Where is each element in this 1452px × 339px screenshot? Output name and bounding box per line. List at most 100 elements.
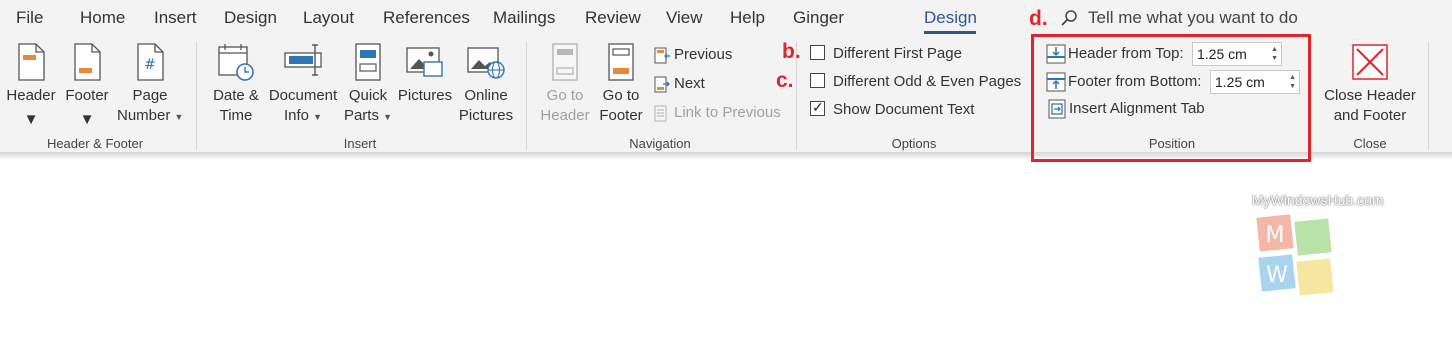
document-info-button[interactable]: Document Info ▼ [266, 42, 340, 127]
pictures-button[interactable]: Pictures [396, 42, 454, 106]
pictures-icon [406, 47, 443, 77]
different-first-page-label: Different First Page [833, 45, 962, 62]
go-to-footer-icon [608, 43, 634, 81]
group-separator [1428, 42, 1429, 150]
different-first-page-checkbox[interactable]: Different First Page [810, 45, 962, 62]
link-icon [654, 105, 667, 122]
checkbox-unchecked [810, 73, 825, 88]
checkbox-checked [810, 99, 825, 116]
group-label-close: Close [1353, 136, 1387, 151]
tab-header-footer-design[interactable]: Design [924, 8, 977, 28]
watermark-letter-m: M [1266, 223, 1285, 248]
pictures-label: Pictures [397, 87, 453, 104]
header-from-top-value: 1.25 cm [1197, 46, 1247, 62]
tab-insert[interactable]: Insert [154, 8, 197, 28]
link-to-previous-label: Link to Previous [674, 104, 781, 121]
previous-label: Previous [674, 46, 733, 63]
header-label: Header [6, 87, 56, 104]
tell-me-search-box[interactable]: Tell me what you want to do [1088, 8, 1298, 28]
go-to-header-button[interactable]: Go to Header [538, 42, 592, 126]
alignment-tab-icon [1048, 99, 1066, 119]
footer-from-bottom-value: 1.25 cm [1215, 74, 1265, 90]
previous-button[interactable]: Previous [654, 46, 732, 64]
tab-references[interactable]: References [383, 8, 470, 28]
show-document-text-label: Show Document Text [833, 101, 975, 118]
go-to-footer-label: Go to Footer [599, 87, 643, 124]
annotation-c: c. [776, 69, 794, 92]
online-pictures-button[interactable]: Online Pictures [456, 42, 516, 126]
group-label-position: Position [1148, 136, 1196, 151]
next-button[interactable]: Next [654, 75, 705, 93]
spin-up-icon[interactable]: ▲ [1271, 46, 1278, 53]
tab-home[interactable]: Home [80, 8, 125, 28]
tab-view[interactable]: View [666, 8, 703, 28]
tab-file[interactable]: File [16, 8, 43, 28]
page-number-button[interactable]: # Page Number ▼ [117, 42, 183, 127]
annotation-b: b. [782, 40, 801, 63]
show-document-text-checkbox[interactable]: Show Document Text [810, 99, 975, 118]
watermark-logo: M W [1256, 214, 1334, 296]
group-separator [526, 42, 527, 150]
next-label: Next [674, 75, 705, 92]
spin-down-icon[interactable]: ▼ [1289, 83, 1296, 90]
header-icon [18, 43, 45, 81]
watermark-text: MyWindowsHub.com [1252, 192, 1384, 208]
tab-review[interactable]: Review [585, 8, 641, 28]
tab-mailings[interactable]: Mailings [493, 8, 555, 28]
checkbox-unchecked [810, 45, 825, 60]
previous-section-icon [654, 47, 670, 64]
go-to-header-icon [552, 43, 578, 81]
quick-parts-icon [355, 43, 381, 81]
date-time-button[interactable]: Date & Time [207, 42, 265, 126]
quick-parts-label: Quick Parts ▼ [343, 87, 393, 124]
dropdown-caret-icon: ▼ [23, 111, 39, 128]
group-label-header-footer: Header & Footer [46, 136, 144, 151]
header-from-top-spinner[interactable]: 1.25 cm ▲ ▼ [1192, 42, 1282, 66]
header-button[interactable]: Header ▼ [5, 42, 57, 130]
different-odd-even-checkbox[interactable]: Different Odd & Even Pages [810, 73, 1021, 90]
close-icon [1352, 44, 1388, 80]
page-number-icon: # [137, 43, 164, 81]
insert-alignment-tab-button[interactable]: Insert Alignment Tab [1047, 99, 1205, 119]
next-section-icon [654, 76, 670, 93]
header-from-top-label: Header from Top: [1068, 44, 1184, 62]
footer-position-icon [1046, 72, 1066, 92]
group-label-options: Options [891, 136, 937, 151]
tab-help[interactable]: Help [730, 8, 765, 28]
date-time-label: Date & Time [213, 87, 259, 124]
tab-design[interactable]: Design [224, 8, 277, 28]
spin-down-icon[interactable]: ▼ [1271, 55, 1278, 62]
watermark-letter-w: W [1266, 263, 1288, 288]
tab-ginger[interactable]: Ginger [793, 8, 844, 28]
footer-label: Footer [65, 87, 109, 104]
group-separator [196, 42, 197, 150]
close-header-footer-label: Close Header and Footer [1324, 87, 1416, 124]
group-label-insert: Insert [343, 136, 377, 151]
annotation-d: d. [1029, 7, 1048, 30]
svg-text:#: # [144, 57, 156, 73]
document-info-label: Document Info ▼ [268, 87, 338, 124]
footer-from-bottom-label: Footer from Bottom: [1068, 72, 1202, 90]
footer-from-bottom-row: Footer from Bottom: [1046, 72, 1201, 92]
footer-icon [74, 43, 101, 81]
header-position-icon [1046, 44, 1066, 64]
go-to-footer-button[interactable]: Go to Footer [594, 42, 648, 126]
group-label-navigation: Navigation [629, 136, 691, 151]
header-from-top-row: Header from Top: [1046, 44, 1184, 64]
footer-button[interactable]: Footer ▼ [62, 42, 112, 130]
link-to-previous-button[interactable]: Link to Previous [654, 104, 781, 122]
footer-from-bottom-spinner[interactable]: 1.25 cm ▲ ▼ [1210, 70, 1300, 94]
calendar-clock-icon [218, 44, 254, 81]
online-pictures-label: Online Pictures [458, 87, 514, 124]
quick-parts-button[interactable]: Quick Parts ▼ [342, 42, 394, 127]
close-header-footer-button[interactable]: Close Header and Footer [1320, 42, 1420, 126]
page-number-label: Page Number ▼ [117, 87, 184, 124]
insert-alignment-tab-label: Insert Alignment Tab [1069, 99, 1205, 117]
online-pictures-icon [467, 47, 505, 79]
tab-layout[interactable]: Layout [303, 8, 354, 28]
dropdown-caret-icon: ▼ [79, 111, 95, 128]
go-to-header-label: Go to Header [540, 87, 590, 124]
different-odd-even-label: Different Odd & Even Pages [833, 73, 1022, 90]
search-icon[interactable] [1060, 9, 1078, 27]
spin-up-icon[interactable]: ▲ [1289, 74, 1296, 81]
